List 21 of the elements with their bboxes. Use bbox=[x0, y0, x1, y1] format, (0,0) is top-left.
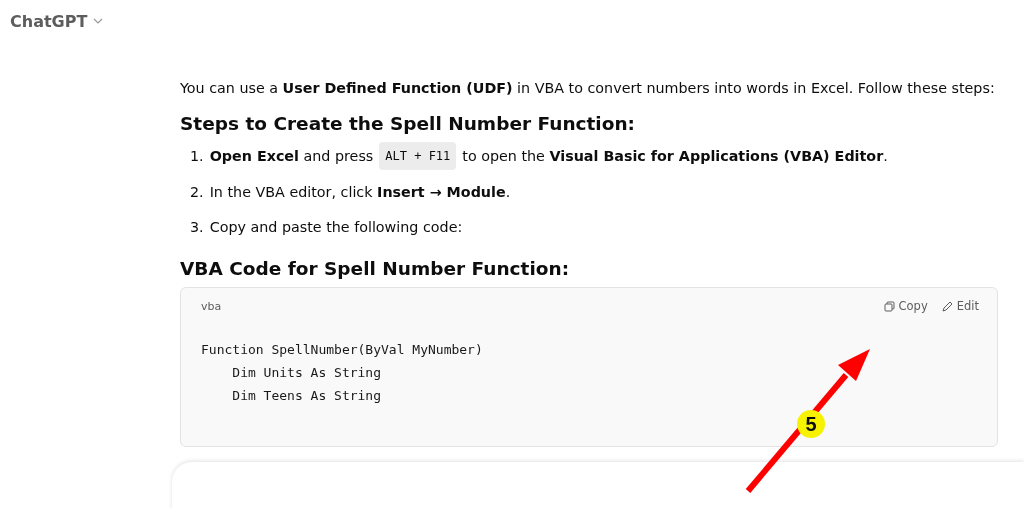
step-text: In the VBA editor, click Insert → Module. bbox=[209, 183, 511, 202]
pencil-icon bbox=[941, 300, 953, 312]
section-heading: Steps to Create the Spell Number Function: bbox=[180, 113, 636, 134]
copy-icon bbox=[883, 300, 895, 312]
app-title[interactable]: ChatGPT bbox=[10, 11, 88, 31]
chevron-down-icon[interactable] bbox=[93, 18, 104, 24]
inline-code: ALT + F11 bbox=[379, 142, 457, 170]
intro-paragraph: You can use a User Defined Function (UDF) in VBA to convert numbers into words in Excel. Follow these steps: bbox=[180, 79, 996, 98]
step-text: Copy and paste the following code: bbox=[209, 218, 463, 237]
step-text: Open Excel and press bbox=[209, 147, 374, 166]
section-heading: VBA Code for Spell Number Function: bbox=[180, 258, 571, 279]
code-line: Dim Units As String bbox=[231, 364, 381, 382]
copy-button[interactable]: Copy bbox=[883, 299, 928, 313]
code-line: Dim Teens As String bbox=[231, 387, 381, 405]
edit-button[interactable]: Edit bbox=[941, 299, 979, 313]
step-number: 1. bbox=[190, 147, 204, 166]
code-language: vba bbox=[201, 299, 222, 313]
code-line: Function SpellNumber(ByVal MyNumber) bbox=[201, 341, 483, 359]
step-number: 3. bbox=[190, 218, 204, 237]
step-text: to open the Visual Basic for Applications (VBA) Editor. bbox=[462, 147, 888, 166]
step-number: 2. bbox=[190, 183, 204, 202]
